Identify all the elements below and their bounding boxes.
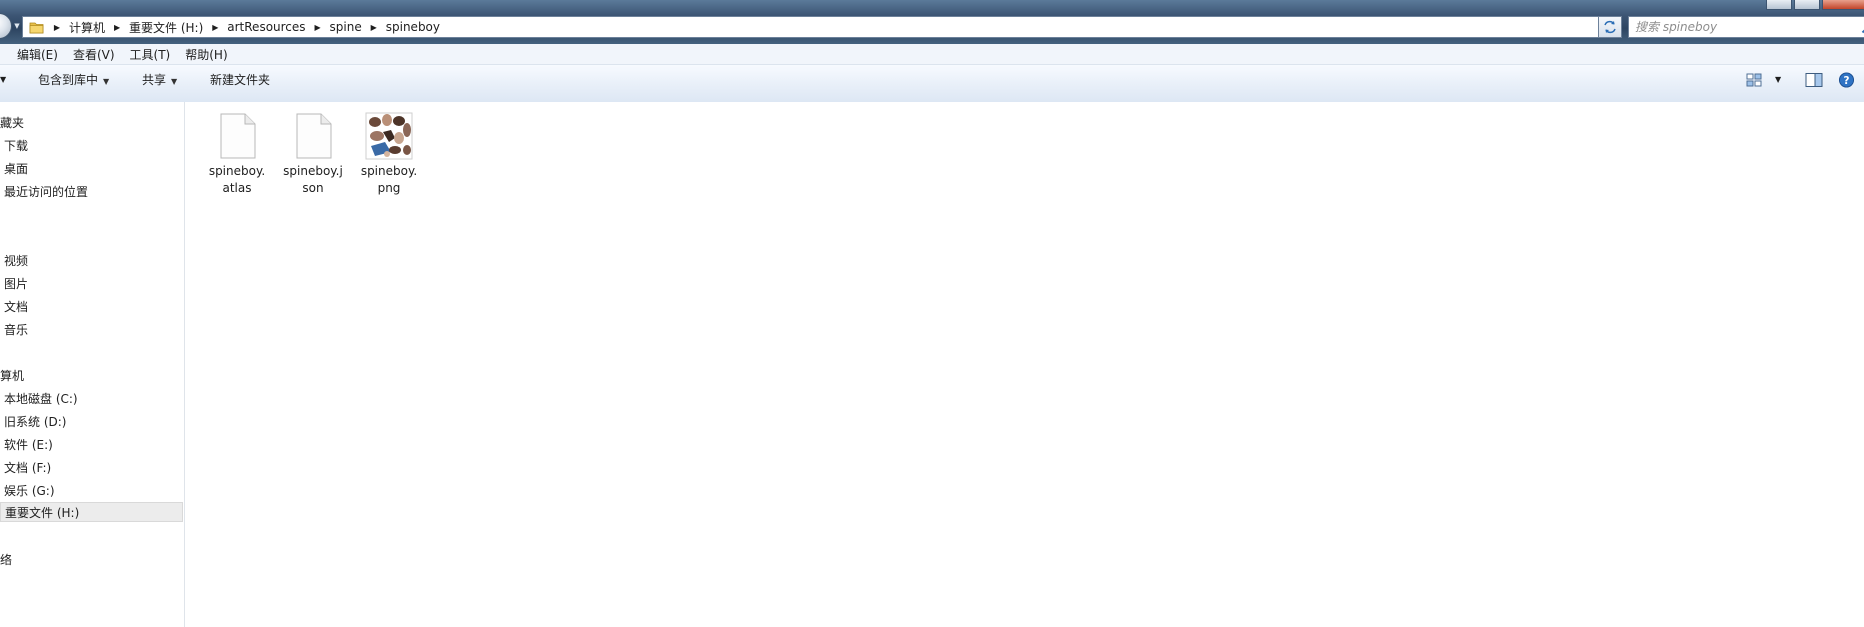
- nav-item-desktop[interactable]: 桌面: [4, 159, 28, 179]
- menu-help[interactable]: 帮助(H): [185, 46, 227, 63]
- menu-bar: 编辑(E) 查看(V) 工具(T) 帮助(H): [0, 44, 1864, 65]
- file-item-png[interactable]: spineboy. png: [354, 112, 424, 202]
- file-name-line: atlas: [222, 181, 252, 195]
- include-in-library-button[interactable]: 包含到库中 ▼: [38, 65, 109, 95]
- image-thumbnail-icon: [365, 112, 413, 160]
- nav-favorites[interactable]: 收藏夹: [0, 113, 24, 133]
- address-box[interactable]: ▶ 计算机 ▶ 重要文件 (H:) ▶ artResources ▶ spine…: [22, 16, 1619, 38]
- nav-item-drive-c[interactable]: 本地磁盘 (C:): [4, 389, 78, 409]
- file-name-line: spineboy.j: [283, 164, 343, 178]
- chevron-right-icon[interactable]: ▶: [207, 23, 223, 32]
- menu-edit[interactable]: 编辑(E): [17, 46, 58, 63]
- nav-item-music[interactable]: 音乐: [4, 320, 28, 340]
- views-icon[interactable]: [1746, 72, 1762, 88]
- breadcrumb: ▶ 计算机 ▶ 重要文件 (H:) ▶ artResources ▶ spine…: [49, 17, 444, 37]
- file-item-atlas[interactable]: spineboy. atlas: [202, 112, 272, 202]
- file-name-line: spineboy.: [360, 164, 418, 178]
- nav-item-drive-h[interactable]: 重要文件 (H:): [0, 502, 183, 522]
- file-name: spineboy. png: [354, 163, 424, 197]
- explorer-window: ▼ ▶ 计算机 ▶ 重要文件 (H:) ▶ artResources ▶ spi…: [0, 0, 1864, 627]
- file-name-line: png: [377, 181, 401, 195]
- generic-file-icon: [289, 112, 337, 160]
- nav-item-pictures[interactable]: 图片: [4, 274, 28, 294]
- svg-text:?: ?: [1843, 75, 1849, 87]
- menu-tools[interactable]: 工具(T): [130, 46, 171, 63]
- refresh-button[interactable]: [1598, 16, 1622, 38]
- file-item-json[interactable]: spineboy.j son: [278, 112, 348, 202]
- close-button[interactable]: [1822, 0, 1864, 10]
- generic-file-icon: [213, 112, 261, 160]
- command-bar: ▼ 包含到库中 ▼ 共享 ▼ 新建文件夹 ▼ ?: [0, 65, 1864, 103]
- preview-pane-icon[interactable]: [1805, 72, 1823, 88]
- chevron-down-icon: ▼: [171, 77, 178, 86]
- file-name-line: spineboy.: [208, 164, 266, 178]
- refresh-icon: [1604, 20, 1616, 34]
- breadcrumb-spineboy[interactable]: spineboy: [382, 20, 444, 34]
- search-input[interactable]: [1635, 17, 1845, 37]
- views-dropdown-icon[interactable]: ▼: [1775, 65, 1781, 95]
- address-bar-region: ▼ ▶ 计算机 ▶ 重要文件 (H:) ▶ artResources ▶ spi…: [0, 0, 1864, 44]
- nav-item-documents[interactable]: 文档: [4, 297, 28, 317]
- new-folder-label: 新建文件夹: [210, 73, 271, 87]
- organize-dropdown-icon[interactable]: ▼: [0, 65, 6, 95]
- nav-item-recent-places[interactable]: 最近访问的位置: [4, 182, 88, 202]
- include-in-library-label: 包含到库中: [38, 73, 99, 87]
- nav-item-drive-g[interactable]: 娱乐 (G:): [4, 481, 55, 501]
- chevron-right-icon[interactable]: ▶: [310, 23, 326, 32]
- navigation-pane: 收藏夹 下载 桌面 最近访问的位置 库 视频 图片 文档 音乐 计算机 本地磁盘…: [0, 102, 185, 627]
- folder-icon: [29, 22, 44, 34]
- window-controls: [1766, 0, 1864, 10]
- file-name-line: son: [302, 181, 324, 195]
- breadcrumb-drive-h[interactable]: 重要文件 (H:): [125, 19, 207, 36]
- breadcrumb-spine[interactable]: spine: [326, 20, 366, 34]
- search-box[interactable]: [1628, 16, 1864, 38]
- nav-network[interactable]: 网络: [0, 550, 12, 570]
- nav-item-downloads[interactable]: 下载: [4, 136, 28, 156]
- share-label: 共享: [142, 73, 167, 87]
- history-dropdown-icon[interactable]: ▼: [12, 21, 22, 31]
- forward-button[interactable]: [0, 13, 12, 39]
- nav-item-drive-f[interactable]: 文档 (F:): [4, 458, 51, 478]
- maximize-button[interactable]: [1794, 0, 1820, 10]
- minimize-button[interactable]: [1766, 0, 1792, 10]
- nav-item-drive-e[interactable]: 软件 (E:): [4, 435, 53, 455]
- chevron-down-icon: ▼: [103, 77, 110, 86]
- breadcrumb-computer[interactable]: 计算机: [65, 19, 109, 36]
- chevron-right-icon[interactable]: ▶: [109, 23, 125, 32]
- file-list: spineboy. atlas spineboy.j son spineboy.…: [185, 102, 1864, 627]
- chevron-right-icon[interactable]: ▶: [366, 23, 382, 32]
- breadcrumb-artresources[interactable]: artResources: [223, 20, 309, 34]
- share-button[interactable]: 共享 ▼: [142, 65, 177, 95]
- new-folder-button[interactable]: 新建文件夹: [210, 65, 270, 95]
- menu-view[interactable]: 查看(V): [73, 46, 115, 63]
- chevron-right-icon[interactable]: ▶: [49, 23, 65, 32]
- nav-computer[interactable]: 计算机: [0, 366, 24, 386]
- file-name: spineboy. atlas: [202, 163, 272, 197]
- nav-item-drive-d[interactable]: 旧系统 (D:): [4, 412, 66, 432]
- help-icon[interactable]: ?: [1838, 72, 1855, 88]
- file-name: spineboy.j son: [278, 163, 348, 197]
- nav-item-videos[interactable]: 视频: [4, 251, 28, 271]
